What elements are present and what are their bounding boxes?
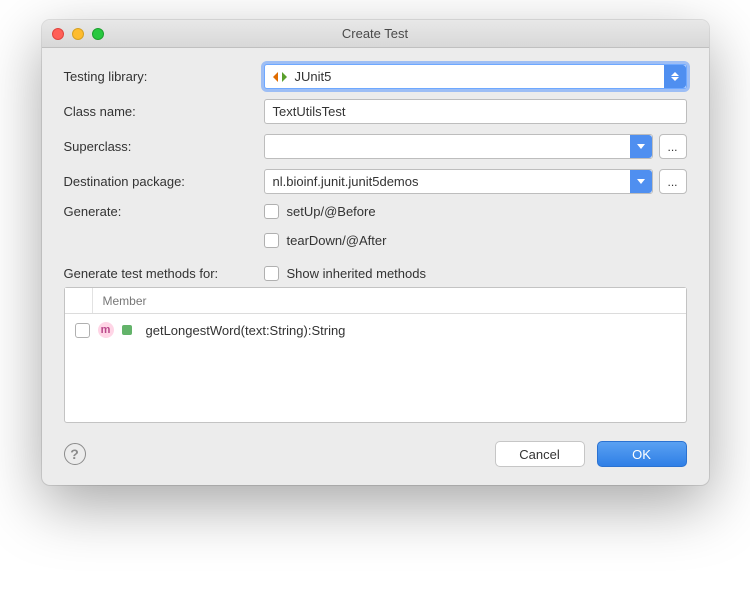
generate-label: Generate:: [64, 204, 264, 219]
titlebar[interactable]: Create Test: [42, 20, 709, 48]
window-controls: [52, 28, 104, 40]
member-signature: getLongestWord(text:String):String: [146, 323, 346, 338]
method-icon: m: [98, 322, 114, 338]
show-inherited-checkbox[interactable]: [264, 266, 279, 281]
chevron-down-icon: [630, 170, 652, 193]
ok-button[interactable]: OK: [597, 441, 687, 467]
window-title: Create Test: [42, 26, 709, 41]
dialog-body: Testing library: JUnit5 Class name: Text…: [42, 48, 709, 485]
class-icon: [122, 325, 132, 335]
table-row[interactable]: m getLongestWord(text:String):String: [75, 322, 676, 338]
class-name-label: Class name:: [64, 104, 264, 119]
dialog-footer: ? Cancel OK: [64, 441, 687, 467]
setup-checkbox[interactable]: [264, 204, 279, 219]
teardown-checkbox[interactable]: [264, 233, 279, 248]
button-bar: Cancel OK: [495, 441, 687, 467]
superclass-combo[interactable]: [264, 134, 653, 159]
superclass-label: Superclass:: [64, 139, 264, 154]
help-icon[interactable]: ?: [64, 443, 86, 465]
generate-methods-label: Generate test methods for:: [64, 266, 264, 281]
header-checkbox-spacer: [65, 288, 93, 313]
junit-icon: [273, 70, 287, 84]
close-icon[interactable]: [52, 28, 64, 40]
testing-library-label: Testing library:: [64, 69, 264, 84]
member-column-header: Member: [93, 294, 157, 308]
superclass-browse-button[interactable]: ...: [659, 134, 687, 159]
members-table: Member m getLongestWord(text:String):Str…: [64, 287, 687, 423]
testing-library-value: JUnit5: [295, 69, 332, 84]
destination-package-label: Destination package:: [64, 174, 264, 189]
members-body: m getLongestWord(text:String):String: [65, 314, 686, 422]
testing-library-select[interactable]: JUnit5: [264, 64, 687, 89]
chevron-down-icon: [630, 135, 652, 158]
setup-label: setUp/@Before: [287, 204, 376, 219]
destination-package-combo[interactable]: nl.bioinf.junit.junit5demos: [264, 169, 653, 194]
destination-package-value: nl.bioinf.junit.junit5demos: [273, 174, 419, 189]
show-inherited-label: Show inherited methods: [287, 266, 426, 281]
destination-browse-button[interactable]: ...: [659, 169, 687, 194]
cancel-button[interactable]: Cancel: [495, 441, 585, 467]
class-name-value: TextUtilsTest: [273, 104, 346, 119]
class-name-input[interactable]: TextUtilsTest: [264, 99, 687, 124]
dialog-window: Create Test Testing library: JUnit5 Clas…: [42, 20, 709, 485]
members-header: Member: [65, 288, 686, 314]
chevron-updown-icon: [664, 65, 686, 88]
teardown-label: tearDown/@After: [287, 233, 387, 248]
zoom-icon[interactable]: [92, 28, 104, 40]
member-checkbox[interactable]: [75, 323, 90, 338]
minimize-icon[interactable]: [72, 28, 84, 40]
